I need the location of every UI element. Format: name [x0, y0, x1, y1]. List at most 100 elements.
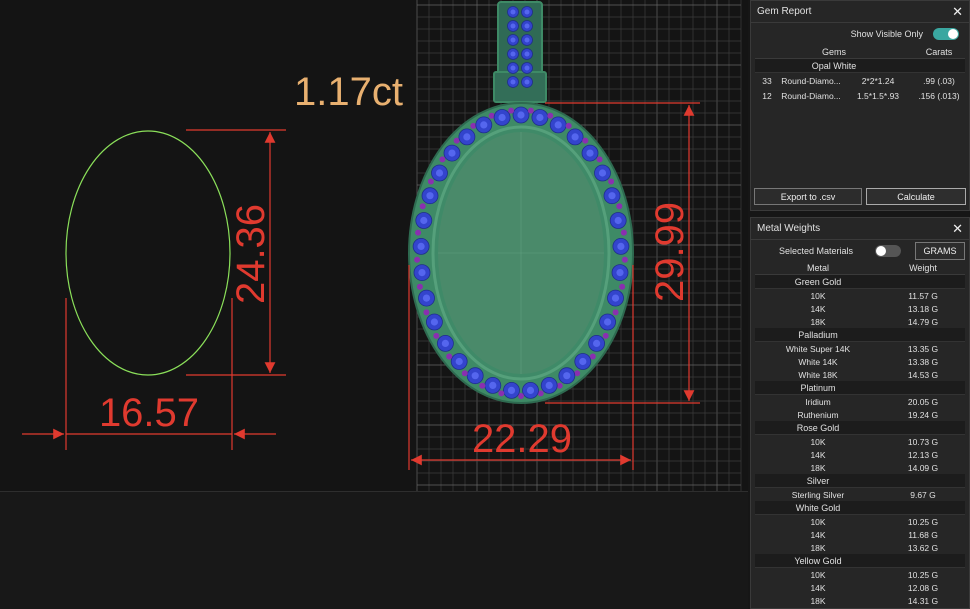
show-visible-toggle[interactable]	[933, 28, 959, 40]
accent-stone	[419, 203, 426, 210]
halo-stone-facet	[507, 386, 516, 394]
carat-total-label: 1.17ct	[294, 70, 403, 114]
metal-name: 18K	[810, 462, 826, 473]
metal-row[interactable]: 18K 14.09 G	[755, 461, 965, 474]
metal-name: 14K	[810, 582, 826, 593]
metal-row[interactable]: 14K 12.08 G	[755, 581, 965, 594]
dimension-pendant-width-value: 22.29	[472, 417, 572, 461]
metal-row[interactable]: 18K 13.62 G	[755, 541, 965, 554]
selected-materials-toggle[interactable]	[875, 245, 902, 257]
accent-stone	[461, 370, 468, 377]
accent-stone	[612, 309, 619, 316]
close-icon[interactable]: ✕	[952, 4, 963, 20]
accent-stone	[602, 332, 609, 339]
halo-stone-facet	[604, 318, 612, 326]
export-csv-button[interactable]: Export to .csv	[754, 188, 862, 205]
gem-qty: 12	[762, 90, 772, 101]
gem-row[interactable]: 12 Round-Diamo... 1.5*1.5*.93 .156 (.013)	[755, 88, 965, 103]
units-button[interactable]: GRAMS	[915, 242, 965, 260]
metal-weight: 9.67 G	[910, 489, 936, 500]
halo-stone-facet	[422, 294, 431, 302]
metal-row[interactable]: White 18K 14.53 G	[755, 368, 965, 381]
metal-name: Ruthenium	[797, 409, 839, 420]
accent-stone	[621, 256, 628, 263]
accent-stone	[498, 390, 505, 397]
metal-row[interactable]: 14K 13.18 G	[755, 302, 965, 315]
metal-row[interactable]: 10K 10.25 G	[755, 568, 965, 581]
metal-name: White 18K	[798, 369, 838, 380]
gem-report-panel: Gem Report ✕ Show Visible Only Gems Cara…	[750, 0, 970, 211]
metal-weight: 14.09 G	[907, 462, 939, 473]
halo-stone-facet	[586, 149, 594, 157]
bail-stone-facet	[510, 9, 516, 15]
bail-stone-facet	[510, 51, 516, 57]
halo-stone-facet	[545, 381, 553, 389]
accent-stone	[423, 309, 430, 316]
col-gems: Gems	[821, 46, 846, 57]
col-metal: Metal	[806, 263, 829, 273]
metal-weight: 14.79 G	[907, 316, 939, 327]
show-visible-label: Show Visible Only	[850, 29, 923, 39]
gem-row[interactable]: 33 Round-Diamo... 2*2*1.24 .99 (.03)	[755, 73, 965, 88]
metal-row[interactable]: Sterling Silver 9.67 G	[755, 488, 965, 501]
halo-stone-facet	[593, 339, 601, 347]
metal-row[interactable]: White 14K 13.38 G	[755, 355, 965, 368]
halo-stone-facet	[418, 269, 426, 277]
metal-weight: 11.68 G	[908, 529, 938, 540]
gem-group-row: Opal White	[755, 59, 965, 73]
cad-viewport[interactable]: 24.36 16.57 1.17ct 29.99 22.29	[0, 0, 748, 609]
halo-stone-facet	[435, 169, 444, 177]
accent-stone	[608, 178, 615, 185]
metal-row[interactable]: 18K 14.31 G	[755, 594, 965, 607]
metal-name: Iridium	[805, 396, 831, 407]
metal-group-label: Palladium	[798, 329, 838, 340]
metal-weight: 14.31 G	[907, 595, 939, 606]
metal-row[interactable]: 10K 11.57 G	[755, 289, 965, 302]
halo-stone-facet	[571, 133, 579, 141]
bail-stone-facet	[510, 23, 516, 29]
metal-weight: 19.24 G	[907, 409, 939, 420]
gem-shape: Round-Diamo...	[781, 75, 841, 86]
metal-row[interactable]: 14K 11.68 G	[755, 528, 965, 541]
metal-name: 10K	[810, 436, 826, 447]
gem-shape: Round-Diamo...	[781, 90, 841, 101]
metal-weight: 10.25 G	[907, 516, 939, 527]
halo-stone-facet	[455, 357, 463, 366]
metal-row[interactable]: Ruthenium 19.24 G	[755, 408, 965, 421]
cad-canvas[interactable]: 24.36 16.57 1.17ct 29.99 22.29	[0, 0, 748, 609]
metal-weight: 13.18 G	[907, 303, 939, 314]
metal-row[interactable]: 10K 10.25 G	[755, 515, 965, 528]
metal-row[interactable]: 10K 10.73 G	[755, 435, 965, 448]
metal-weight: 10.73 G	[907, 436, 939, 447]
gem-report-header: Gem Report ✕	[751, 1, 969, 23]
gem-size: 2*2*1.24	[861, 75, 895, 86]
metal-group-label: Silver	[806, 475, 830, 486]
metal-name: 14K	[810, 303, 826, 314]
oval-outline[interactable]	[65, 130, 231, 376]
metal-group-row: Green Gold	[755, 275, 965, 289]
metal-row[interactable]: 14K 12.13 G	[755, 448, 965, 461]
calculate-button[interactable]: Calculate	[866, 188, 966, 205]
gem-size: 1.5*1.5*.93	[856, 90, 900, 101]
metal-name: White Super 14K	[785, 343, 851, 354]
halo-stone-facet	[598, 169, 607, 177]
close-icon[interactable]: ✕	[952, 221, 963, 237]
accent-stone	[620, 229, 627, 236]
metal-name: 18K	[810, 316, 826, 327]
pendant-model[interactable]	[408, 1, 634, 404]
show-visible-row: Show Visible Only	[751, 23, 969, 45]
accent-stone	[547, 112, 554, 119]
metal-group-row: White Gold	[755, 501, 965, 515]
metal-row[interactable]: 18K 14.79 G	[755, 315, 965, 328]
metal-row[interactable]: White Super 14K 13.35 G	[755, 342, 965, 355]
gem-qty: 33	[762, 75, 772, 86]
halo-stone-facet	[426, 192, 434, 200]
metal-name: 14K	[810, 449, 826, 460]
metal-row[interactable]: Iridium 20.05 G	[755, 395, 965, 408]
metal-weights-header: Metal Weights ✕	[751, 218, 969, 240]
gem-group-label: Opal White	[811, 60, 857, 71]
bail-stone-facet	[510, 65, 516, 71]
metal-weight: 10.25 G	[907, 569, 939, 580]
gem-table-header: Gems Carats	[755, 45, 965, 59]
halo-stone-facet	[579, 357, 587, 366]
